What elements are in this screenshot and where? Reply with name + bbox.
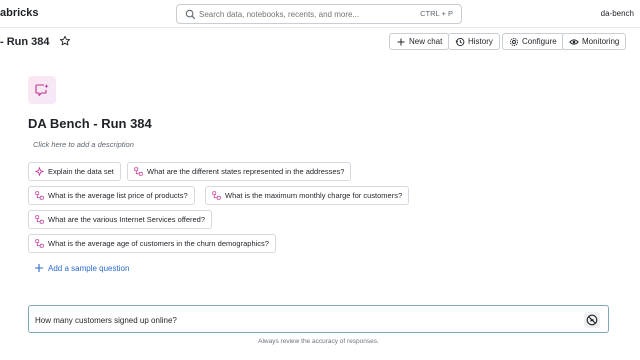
query-icon bbox=[212, 191, 221, 200]
global-search[interactable]: CTRL + P bbox=[176, 4, 462, 24]
configure-label: Configure bbox=[522, 37, 557, 46]
chat-input-box[interactable] bbox=[28, 305, 609, 333]
gear-icon bbox=[510, 37, 518, 46]
genie-space-icon bbox=[28, 76, 56, 104]
configure-button[interactable]: Configure bbox=[502, 33, 564, 50]
monitoring-label: Monitoring bbox=[582, 37, 620, 46]
space-title: DA Bench - Run 384 bbox=[28, 116, 152, 131]
sample-chip-question[interactable]: What is the average age of customers in … bbox=[28, 234, 276, 253]
plus-icon bbox=[35, 264, 43, 272]
chat-input[interactable] bbox=[35, 312, 555, 328]
search-shortcut: CTRL + P bbox=[420, 9, 453, 18]
sample-chip-question[interactable]: What is the maximum monthly charge for c… bbox=[205, 186, 410, 205]
monitoring-button[interactable]: Monitoring bbox=[562, 33, 627, 50]
chat-sparkle-icon bbox=[35, 84, 49, 97]
sample-chip-label: What is the average age of customers in … bbox=[48, 239, 269, 248]
query-icon bbox=[35, 215, 44, 224]
sample-chip-label: What are the different states represente… bbox=[147, 167, 345, 176]
star-icon[interactable] bbox=[59, 35, 71, 47]
new-chat-label: New chat bbox=[409, 37, 443, 46]
add-sample-question-label: Add a sample question bbox=[48, 263, 130, 273]
sample-chip-question[interactable]: What are the various Internet Services o… bbox=[28, 210, 213, 229]
search-icon bbox=[185, 9, 196, 20]
accuracy-disclaimer: Always review the accuracy of responses. bbox=[258, 338, 379, 345]
add-sample-question-button[interactable]: Add a sample question bbox=[34, 263, 129, 273]
sparkle-icon bbox=[35, 167, 44, 176]
history-icon bbox=[455, 37, 465, 46]
query-icon bbox=[35, 191, 44, 200]
history-button[interactable]: History bbox=[448, 33, 500, 50]
new-chat-button[interactable]: New chat bbox=[389, 33, 450, 50]
sample-chip-label: What is the average list price of produc… bbox=[48, 191, 188, 200]
space-description[interactable]: Click here to add a description bbox=[33, 140, 134, 149]
top-bar: abricks CTRL + P da-bench bbox=[0, 0, 640, 28]
user-menu[interactable]: da-bench bbox=[601, 9, 634, 18]
history-label: History bbox=[468, 37, 493, 46]
eye-icon bbox=[569, 38, 579, 45]
space-header: - Run 384 New chat History Configure Mon… bbox=[0, 29, 640, 55]
search-input[interactable] bbox=[199, 6, 399, 22]
sample-chip-explain[interactable]: Explain the data set bbox=[28, 162, 121, 181]
sample-chip-label: Explain the data set bbox=[48, 167, 114, 176]
query-icon bbox=[134, 167, 143, 176]
plus-icon bbox=[397, 38, 405, 45]
sample-chip-label: What are the various Internet Services o… bbox=[48, 215, 206, 224]
genie-space-main: DA Bench - Run 384 Click here to add a d… bbox=[0, 60, 640, 360]
sample-chip-question[interactable]: What is the average list price of produc… bbox=[28, 186, 195, 205]
send-button[interactable] bbox=[584, 312, 600, 328]
send-disabled-icon bbox=[586, 314, 598, 326]
page-title: - Run 384 bbox=[0, 36, 50, 48]
brand-logo-text[interactable]: abricks bbox=[0, 7, 39, 19]
sample-chip-question[interactable]: What are the different states represente… bbox=[127, 162, 352, 181]
query-icon bbox=[35, 239, 44, 248]
sample-chip-label: What is the maximum monthly charge for c… bbox=[225, 191, 403, 200]
